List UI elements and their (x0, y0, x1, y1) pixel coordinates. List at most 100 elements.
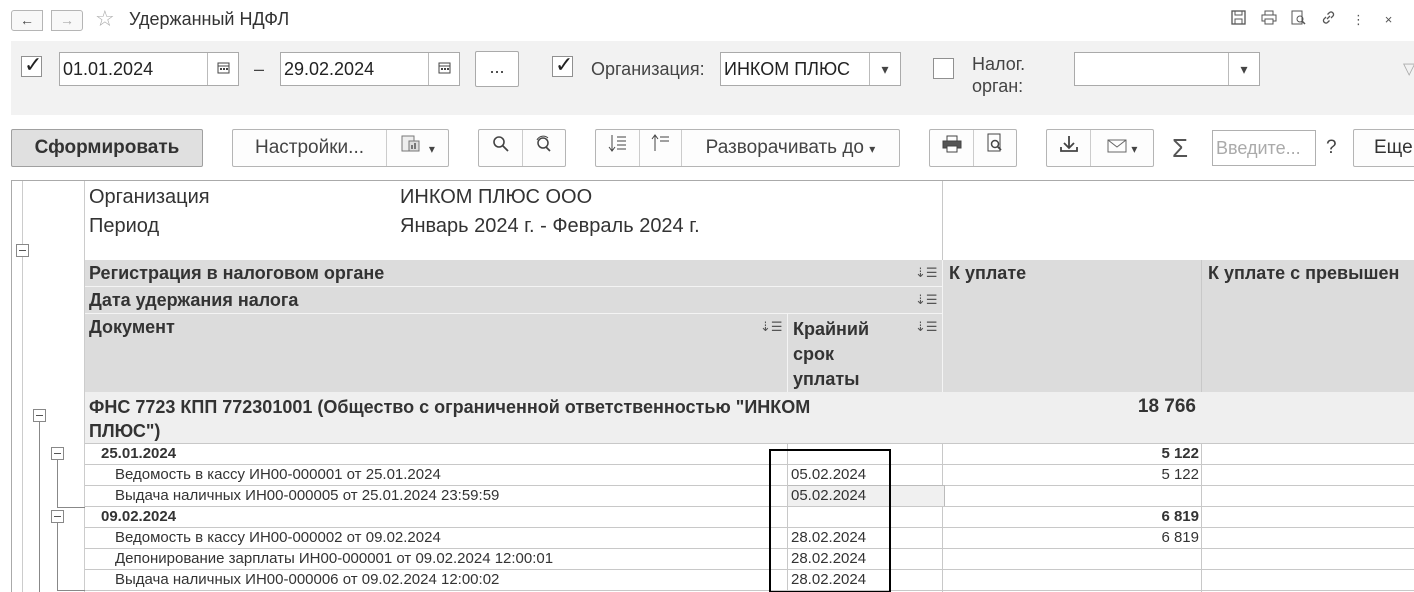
period-label: Период (89, 215, 160, 237)
row-divider (85, 548, 1414, 549)
organization-checkbox[interactable]: ✓ (552, 53, 573, 77)
search-group (478, 129, 566, 167)
sort-icon[interactable]: ⇣☰ (915, 319, 938, 335)
calendar-icon[interactable] (428, 53, 459, 85)
column-header-to-pay[interactable]: К уплате (949, 263, 1026, 284)
filter-panel: ✓ 01.01.2024 – 29.02.2024 ... ✓ Организа… (11, 41, 1414, 115)
help-button[interactable]: ? (1326, 137, 1337, 159)
header-separator (85, 286, 942, 287)
print-icon[interactable] (1259, 10, 1278, 29)
report-variant-icon (400, 135, 429, 157)
period-select-button[interactable]: ... (475, 51, 519, 87)
tree-connector (57, 507, 85, 508)
collapse-date-icon[interactable] (51, 447, 64, 460)
search-icon[interactable] (479, 130, 523, 166)
period-checkbox[interactable]: ✓ (21, 53, 42, 77)
row-divider (85, 527, 1414, 528)
generate-button[interactable]: Сформировать (11, 129, 203, 167)
collapse-header-icon[interactable] (16, 244, 29, 257)
email-icon (1107, 138, 1132, 157)
settings-button[interactable]: Настройки... (233, 130, 387, 166)
date-from-value: 01.01.2024 (63, 59, 154, 79)
filter-icon[interactable]: ▽ (1403, 59, 1414, 79)
document-row-label[interactable]: Депонирование зарплаты ИН00-000001 от 09… (115, 550, 553, 567)
document-row-label[interactable]: Выдача наличных ИН00-000005 от 25.01.202… (115, 487, 499, 504)
chevron-down-icon: ▾ (428, 142, 435, 156)
forward-button[interactable]: → (51, 10, 83, 31)
back-button[interactable]: ← (11, 10, 43, 31)
favorite-star-icon[interactable]: ☆ (95, 7, 115, 31)
calendar-icon[interactable] (207, 53, 238, 85)
sort-icon[interactable]: ⇣☰ (915, 292, 938, 308)
print-preview-icon[interactable] (974, 130, 1016, 166)
link-icon[interactable] (1319, 10, 1338, 29)
header-separator (787, 314, 788, 392)
expand-to-button[interactable]: Разворачивать до ▾ (682, 130, 899, 166)
chevron-down-icon[interactable]: ▾ (1228, 53, 1259, 85)
email-button[interactable]: ▾ (1091, 130, 1153, 166)
column-header-registration[interactable]: Регистрация в налоговом органе (89, 263, 384, 284)
title-bar: ← → ☆ Удержанный НДФЛ ⋮ × (0, 0, 1414, 40)
collapse-date-icon[interactable] (51, 510, 64, 523)
more-vertical-icon[interactable]: ⋮ (1349, 10, 1368, 29)
variants-button[interactable]: ▾ (387, 130, 448, 166)
highlight-annotation-box (769, 449, 891, 592)
print-icon[interactable] (930, 130, 974, 166)
org-value: ИНКОМ ПЛЮС ООО (400, 186, 593, 208)
sort-icon[interactable]: ⇣☰ (915, 265, 938, 281)
collapse-all-icon[interactable] (596, 130, 640, 166)
row-divider (85, 485, 1414, 486)
export-group: ▾ (1046, 129, 1154, 167)
grouping-group: Разворачивать до ▾ (595, 129, 900, 167)
more-button[interactable]: Еще (1353, 129, 1414, 167)
save-icon[interactable] (1229, 10, 1248, 29)
date-group-label[interactable]: 25.01.2024 (101, 445, 176, 462)
tax-office-label: Налог. орган: (972, 53, 1025, 97)
search-input[interactable]: Введите... (1212, 130, 1316, 166)
sort-icon[interactable]: ⇣☰ (760, 319, 783, 335)
organization-field[interactable]: ИНКОМ ПЛЮС ▾ (720, 52, 901, 86)
date-to-field[interactable]: 29.02.2024 (280, 52, 460, 86)
column-header-withhold-date[interactable]: Дата удержания налога (89, 290, 298, 311)
column-header-to-pay-excess[interactable]: К уплате с превышен (1208, 263, 1399, 284)
column-header-document[interactable]: Документ (89, 317, 175, 338)
tree-connector (39, 422, 40, 592)
fns-total: 18 766 (1137, 396, 1196, 417)
date-from-field[interactable]: 01.01.2024 (59, 52, 239, 86)
preview-icon[interactable] (1289, 10, 1308, 29)
period-value: Январь 2024 г. - Февраль 2024 г. (400, 215, 700, 237)
window-title: Удержанный НДФЛ (129, 9, 290, 29)
date-to-value: 29.02.2024 (284, 59, 375, 79)
document-row-label[interactable]: Ведомость в кассу ИН00-000001 от 25.01.2… (115, 466, 441, 483)
fns-label-line2: ПЛЮС") (89, 421, 161, 441)
deadline-header-line2: срок (793, 344, 835, 364)
deadline-header-line3: уплаты (793, 369, 860, 389)
organization-label: Организация: (591, 59, 705, 79)
tree-connector (57, 459, 58, 507)
tax-office-label-line2: орган: (972, 76, 1024, 96)
download-icon[interactable] (1047, 130, 1091, 166)
expand-to-label: Разворачивать до (705, 137, 865, 158)
collapse-fns-icon[interactable] (33, 409, 46, 422)
close-icon[interactable]: × (1379, 10, 1398, 29)
expand-all-icon[interactable] (640, 130, 682, 166)
document-row-label[interactable]: Выдача наличных ИН00-000006 от 09.02.202… (115, 571, 499, 588)
row-divider (85, 590, 1414, 591)
chevron-down-icon[interactable]: ▾ (869, 53, 900, 85)
window-actions: ⋮ × (1229, 10, 1398, 29)
document-row-label[interactable]: Ведомость в кассу ИН00-000002 от 09.02.2… (115, 529, 441, 546)
report-spreadsheet: Организация ИНКОМ ПЛЮС ООО Период Январь… (11, 180, 1414, 592)
deadline-header-line1: Крайний (793, 319, 870, 339)
column-header-deadline[interactable]: Крайний срок уплаты (793, 317, 869, 392)
search-next-icon[interactable] (523, 130, 565, 166)
sum-icon[interactable]: Σ (1172, 133, 1188, 164)
tax-office-checkbox[interactable] (933, 58, 954, 79)
print-group (929, 129, 1017, 167)
header-separator (942, 260, 943, 392)
row-divider (85, 569, 1414, 570)
tax-office-field[interactable]: ▾ (1074, 52, 1260, 86)
organization-value: ИНКОМ ПЛЮС (724, 59, 850, 79)
fns-label-line1: ФНС 7723 КПП 772301001 (Общество с огран… (89, 397, 811, 417)
date-group-label[interactable]: 09.02.2024 (101, 508, 176, 525)
row-divider (85, 506, 1414, 507)
